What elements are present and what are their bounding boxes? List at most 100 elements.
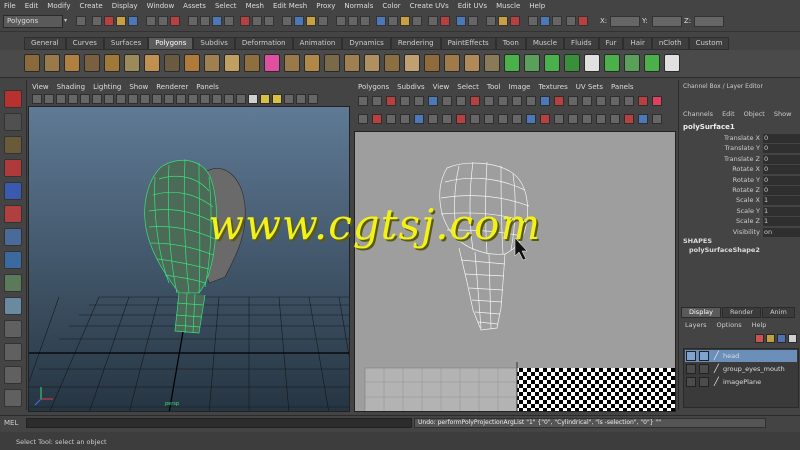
uv-toolbar-icon[interactable] [540, 114, 550, 124]
persp-toolbar-icon[interactable] [164, 94, 174, 104]
shelf-tool-icon[interactable] [164, 54, 180, 72]
persp-menu-panels[interactable]: Panels [196, 83, 219, 91]
menu-select[interactable]: Select [215, 2, 237, 10]
uv-menu-uv-sets[interactable]: UV Sets [576, 83, 603, 91]
shelf-tool-icon[interactable] [104, 54, 120, 72]
status-tool-icon[interactable] [428, 16, 438, 26]
attribute-value-rotate-x[interactable]: 0 [763, 165, 800, 175]
uv-toolbar-icon[interactable] [610, 96, 620, 106]
uv-menu-tool[interactable]: Tool [487, 83, 501, 91]
menu-create-uvs[interactable]: Create UVs [410, 2, 449, 10]
uv-toolbar-icon[interactable] [414, 96, 424, 106]
paint-select-tool-icon[interactable] [4, 136, 22, 154]
channel-menu-edit[interactable]: Edit [722, 110, 735, 118]
layer-edit-icon[interactable]: ╱ [714, 363, 719, 375]
status-tool-icon[interactable] [252, 16, 262, 26]
layer-visibility-toggle[interactable] [686, 377, 696, 387]
layer-visibility-toggle[interactable] [686, 351, 696, 361]
status-tool-icon[interactable] [528, 16, 538, 26]
shelf-tab-muscle[interactable]: Muscle [525, 37, 565, 50]
uv-toolbar-icon[interactable] [624, 114, 634, 124]
menu-modify[interactable]: Modify [47, 2, 70, 10]
shelf-tool-icon[interactable] [84, 54, 100, 72]
status-tool-icon[interactable] [552, 16, 562, 26]
persp-toolbar-icon[interactable] [44, 94, 54, 104]
uv-menu-subdivs[interactable]: Subdivs [397, 83, 425, 91]
shelf-tool-icon[interactable] [544, 54, 560, 72]
status-tool-icon[interactable] [468, 16, 478, 26]
shelf-tool-icon[interactable] [524, 54, 540, 72]
status-tool-icon[interactable] [224, 16, 234, 26]
layer-row-group-eyes-mouth[interactable]: ╱ group_eyes_mouth [685, 363, 797, 375]
uv-toolbar-icon[interactable] [610, 114, 620, 124]
soft-mod-tool-icon[interactable] [4, 251, 22, 269]
persp-toolbar-icon[interactable] [80, 94, 90, 104]
menu-display[interactable]: Display [112, 2, 138, 10]
shelf-tool-icon[interactable] [244, 54, 260, 72]
persp-toolbar-icon[interactable] [176, 94, 186, 104]
persp-menu-renderer[interactable]: Renderer [156, 83, 188, 91]
uv-menu-select[interactable]: Select [457, 83, 479, 91]
shelf-tool-icon[interactable] [644, 54, 660, 72]
lasso-tool-icon[interactable] [4, 113, 22, 131]
status-tool-icon[interactable] [376, 16, 386, 26]
shelf-tool-icon[interactable] [624, 54, 640, 72]
shelf-tool-icon[interactable] [44, 54, 60, 72]
persp-toolbar-icon[interactable] [260, 94, 270, 104]
menu-edit-uvs[interactable]: Edit UVs [458, 2, 487, 10]
status-tool-icon[interactable] [116, 16, 126, 26]
shelf-tool-icon[interactable] [584, 54, 600, 72]
attribute-value-translate-y[interactable]: 0 [763, 144, 800, 154]
shelf-tab-subdivs[interactable]: Subdivs [193, 37, 235, 50]
shelf-tool-icon[interactable] [204, 54, 220, 72]
uv-toolbar-icon[interactable] [652, 114, 662, 124]
layer-edit-icon[interactable]: ╱ [714, 350, 719, 362]
menu-assets[interactable]: Assets [183, 2, 206, 10]
shelf-tab-curves[interactable]: Curves [65, 37, 104, 50]
z-field[interactable] [694, 16, 724, 27]
shelf-tool-icon[interactable] [144, 54, 160, 72]
layer-type-toggle[interactable] [699, 377, 709, 387]
persp-menu-view[interactable]: View [32, 83, 49, 91]
persp-toolbar-icon[interactable] [56, 94, 66, 104]
menu-muscle[interactable]: Muscle [496, 2, 520, 10]
uv-menu-image[interactable]: Image [509, 83, 531, 91]
persp-toolbar-icon[interactable] [212, 94, 222, 104]
persp-toolbar-icon[interactable] [224, 94, 234, 104]
uv-toolbar-icon[interactable] [638, 96, 648, 106]
status-tool-icon[interactable] [212, 16, 222, 26]
status-tool-icon[interactable] [146, 16, 156, 26]
menu-help[interactable]: Help [529, 2, 545, 10]
attribute-value-scale-z[interactable]: 1 [763, 217, 800, 227]
persp-toolbar-icon[interactable] [92, 94, 102, 104]
shelf-tab-surfaces[interactable]: Surfaces [103, 37, 149, 50]
status-tool-icon[interactable] [200, 16, 210, 26]
channel-menu-channels[interactable]: Channels [683, 110, 713, 118]
shelf-tool-icon[interactable] [124, 54, 140, 72]
command-input[interactable] [26, 418, 412, 428]
scale-tool-icon[interactable] [4, 205, 22, 223]
uv-toolbar-icon[interactable] [400, 114, 410, 124]
status-tool-icon[interactable] [486, 16, 496, 26]
attribute-value-rotate-y[interactable]: 0 [763, 175, 800, 185]
status-tool-icon[interactable] [158, 16, 168, 26]
shelf-tab-painteffects[interactable]: PaintEffects [440, 37, 496, 50]
shelf-tab-polygons[interactable]: Polygons [148, 37, 194, 50]
menu-window[interactable]: Window [147, 2, 175, 10]
uv-toolbar-icon[interactable] [428, 96, 438, 106]
shelf-tool-icon[interactable] [604, 54, 620, 72]
uv-toolbar-icon[interactable] [414, 114, 424, 124]
status-tool-icon[interactable] [412, 16, 422, 26]
menu-edit-mesh[interactable]: Edit Mesh [273, 2, 307, 10]
persp-toolbar-icon[interactable] [284, 94, 294, 104]
layer-tab-display[interactable]: Display [681, 307, 721, 318]
layout-four-icon[interactable] [4, 343, 22, 361]
shelf-tool-icon[interactable] [64, 54, 80, 72]
status-tool-icon[interactable] [336, 16, 346, 26]
shelf-tool-icon[interactable] [24, 54, 40, 72]
status-tool-icon[interactable] [76, 16, 86, 26]
uv-toolbar-icon[interactable] [386, 96, 396, 106]
layer-tool-icon[interactable] [755, 334, 764, 343]
persp-toolbar-icon[interactable] [200, 94, 210, 104]
outliner-icon[interactable] [4, 389, 22, 407]
